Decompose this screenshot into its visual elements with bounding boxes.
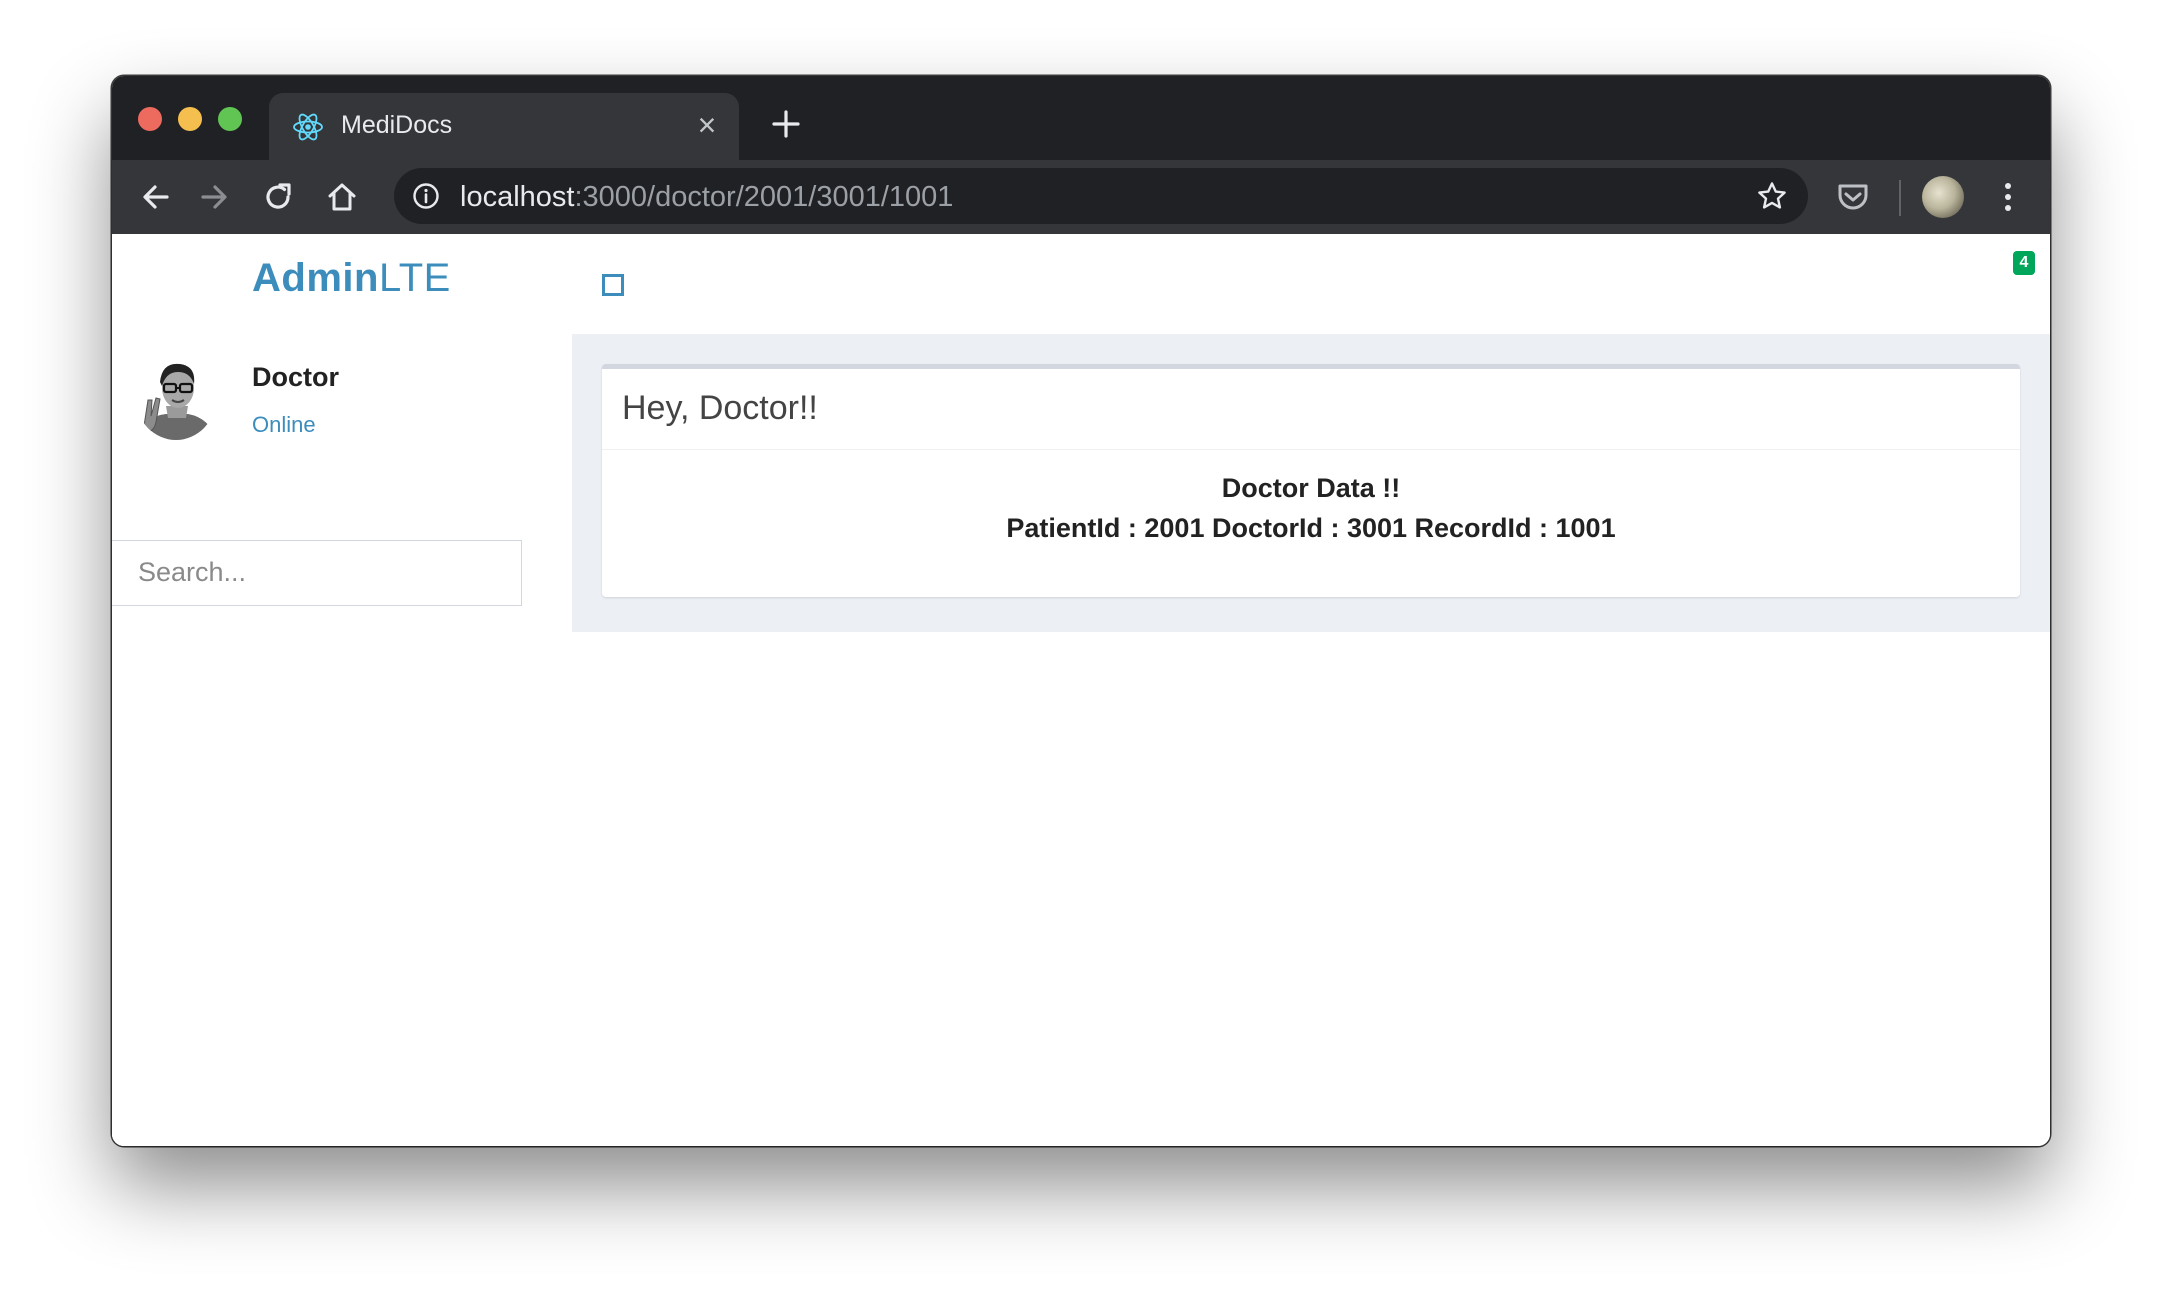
browser-toolbar: localhost:3000/doctor/2001/3001/1001 bbox=[112, 160, 2050, 234]
url-host: localhost bbox=[460, 181, 575, 213]
back-arrow-icon[interactable] bbox=[138, 179, 174, 215]
user-avatar-image bbox=[136, 356, 216, 440]
window-minimize-button[interactable] bbox=[178, 107, 202, 131]
user-avatar bbox=[136, 356, 216, 440]
toolbar-separator bbox=[1899, 180, 1901, 216]
box-body: Doctor Data !! PatientId : 2001 DoctorId… bbox=[602, 451, 2020, 591]
window-maximize-button[interactable] bbox=[218, 107, 242, 131]
address-bar[interactable]: localhost:3000/doctor/2001/3001/1001 bbox=[394, 168, 1808, 224]
home-icon[interactable] bbox=[324, 179, 360, 215]
screenshot-stage: MediDocs × localhost:3000/doctor/2001/30… bbox=[0, 0, 2162, 1296]
sidebar-toggle-icon[interactable] bbox=[602, 274, 624, 296]
react-logo-icon bbox=[293, 113, 323, 141]
browser-window: MediDocs × localhost:3000/doctor/2001/30… bbox=[112, 76, 2050, 1146]
app-logo[interactable]: AdminLTE bbox=[252, 256, 451, 301]
more-menu-icon[interactable] bbox=[1996, 177, 2020, 217]
address-url[interactable]: localhost:3000/doctor/2001/3001/1001 bbox=[460, 181, 953, 214]
bookmark-star-icon[interactable] bbox=[1756, 180, 1788, 212]
sidebar: AdminLTE Doctor Online Search... bbox=[112, 234, 572, 1146]
url-path: :3000/doctor/2001/3001/1001 bbox=[574, 181, 954, 213]
tab-medidocs[interactable]: MediDocs × bbox=[269, 93, 739, 160]
box-header: Hey, Doctor!! bbox=[602, 369, 2020, 450]
doctor-data-heading: Doctor Data !! bbox=[1221, 473, 1401, 503]
web-page: AdminLTE Doctor Online Search... 4 Hey, … bbox=[112, 234, 2050, 1146]
tab-title: MediDocs bbox=[341, 111, 453, 139]
record-ids-text: PatientId : 2001 DoctorId : 3001 RecordI… bbox=[1006, 513, 1616, 543]
tab-close-icon[interactable]: × bbox=[689, 107, 725, 143]
user-status: Online bbox=[252, 412, 316, 437]
reload-icon[interactable] bbox=[260, 179, 296, 215]
pocket-icon[interactable] bbox=[1834, 178, 1872, 216]
search-input[interactable] bbox=[112, 541, 512, 603]
new-tab-icon[interactable] bbox=[768, 106, 804, 142]
logo-strong: Admin bbox=[252, 256, 379, 300]
window-close-button[interactable] bbox=[138, 107, 162, 131]
sidebar-search bbox=[112, 540, 522, 606]
notification-badge[interactable]: 4 bbox=[2013, 251, 2035, 275]
content-wrapper: Hey, Doctor!! Doctor Data !! PatientId :… bbox=[572, 334, 2050, 632]
site-info-icon[interactable] bbox=[412, 182, 440, 210]
tab-strip: MediDocs × bbox=[112, 76, 2050, 160]
profile-avatar[interactable] bbox=[1922, 176, 1964, 218]
forward-arrow-icon[interactable] bbox=[196, 179, 232, 215]
doctor-box: Hey, Doctor!! Doctor Data !! PatientId :… bbox=[602, 364, 2020, 597]
user-name: Doctor bbox=[252, 362, 339, 392]
logo-light: LTE bbox=[378, 256, 451, 300]
box-title: Hey, Doctor!! bbox=[622, 389, 818, 427]
